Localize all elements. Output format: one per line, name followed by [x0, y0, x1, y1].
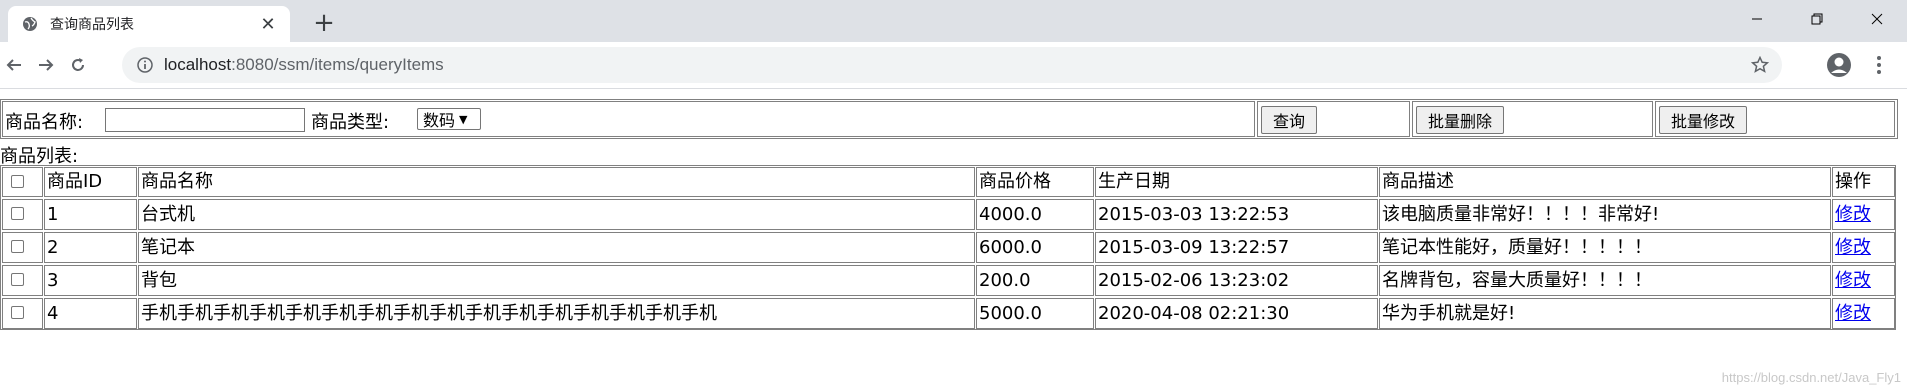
- row-checkbox[interactable]: [11, 273, 24, 286]
- header-name: 商品名称: [138, 167, 975, 197]
- address-bar[interactable]: localhost:8080/ssm/items/queryItems: [122, 47, 1782, 83]
- window-controls: [1727, 0, 1907, 38]
- cell-desc: 笔记本性能好，质量好！！！！！: [1379, 232, 1831, 263]
- cell-id: 3: [44, 265, 137, 296]
- tab-title: 查询商品列表: [50, 17, 134, 33]
- edit-link[interactable]: 修改: [1835, 237, 1871, 258]
- row-checkbox-cell: [2, 199, 43, 230]
- browser-toolbar: localhost:8080/ssm/items/queryItems: [0, 42, 1907, 89]
- edit-link[interactable]: 修改: [1835, 303, 1871, 324]
- restore-icon[interactable]: [1787, 0, 1847, 38]
- url-host: localhost: [164, 55, 232, 74]
- batch-edit-cell: 批量修改: [1655, 101, 1895, 137]
- type-select[interactable]: 数码 ▼: [417, 108, 481, 130]
- chevron-down-icon: ▼: [459, 112, 468, 126]
- type-select-value: 数码: [423, 111, 456, 130]
- cell-price: 200.0: [976, 265, 1094, 296]
- batch-delete-button[interactable]: 批量删除: [1416, 106, 1504, 134]
- row-checkbox-cell: [2, 232, 43, 263]
- row-checkbox[interactable]: [11, 240, 24, 253]
- query-form: 商品名称: 商品类型: 数码 ▼ 查询 批量删除 批量修改: [0, 99, 1898, 139]
- cell-name: 手机手机手机手机手机手机手机手机手机手机手机手机手机手机手机手机: [138, 298, 975, 329]
- batch-delete-cell: 批量删除: [1412, 101, 1653, 137]
- cell-date: 2015-03-09 13:22:57: [1095, 232, 1378, 263]
- cell-id: 2: [44, 232, 137, 263]
- cell-action: 修改: [1832, 298, 1895, 329]
- new-tab-icon[interactable]: +: [310, 8, 338, 38]
- cell-action: 修改: [1832, 232, 1895, 263]
- globe-icon: [22, 16, 38, 32]
- header-desc: 商品描述: [1379, 167, 1831, 197]
- cell-price: 6000.0: [976, 232, 1094, 263]
- cell-desc: 华为手机就是好!: [1379, 298, 1831, 329]
- batch-edit-button[interactable]: 批量修改: [1659, 106, 1747, 134]
- cell-name: 背包: [138, 265, 975, 296]
- row-checkbox[interactable]: [11, 207, 24, 220]
- cell-desc: 该电脑质量非常好！！！！非常好!: [1379, 199, 1831, 230]
- cell-date: 2015-02-06 13:23:02: [1095, 265, 1378, 296]
- search-button[interactable]: 查询: [1261, 106, 1317, 134]
- close-window-icon[interactable]: [1847, 0, 1907, 38]
- select-all-cell: [2, 167, 43, 197]
- cell-id: 4: [44, 298, 137, 329]
- reload-icon[interactable]: [64, 51, 92, 79]
- name-input[interactable]: [105, 108, 305, 132]
- row-checkbox[interactable]: [11, 306, 24, 319]
- cell-id: 1: [44, 199, 137, 230]
- header-date: 生产日期: [1095, 167, 1378, 197]
- header-action: 操作: [1832, 167, 1895, 197]
- search-cell: 查询: [1257, 101, 1410, 137]
- header-id: 商品ID: [44, 167, 137, 197]
- cell-action: 修改: [1832, 265, 1895, 296]
- cell-action: 修改: [1832, 199, 1895, 230]
- cell-date: 2020-04-08 02:21:30: [1095, 298, 1378, 329]
- close-tab-icon[interactable]: ✕: [256, 12, 280, 36]
- items-table: 商品ID 商品名称 商品价格 生产日期 商品描述 操作 1 台式机 4000.0…: [0, 165, 1896, 330]
- row-checkbox-cell: [2, 265, 43, 296]
- query-conditions-cell: 商品名称: 商品类型: 数码 ▼: [2, 101, 1255, 137]
- url-path: :8080/ssm/items/queryItems: [231, 55, 444, 74]
- select-all-checkbox[interactable]: [11, 175, 24, 188]
- menu-dots-icon[interactable]: [1866, 52, 1892, 78]
- cell-desc: 名牌背包，容量大质量好！！！！: [1379, 265, 1831, 296]
- cell-price: 5000.0: [976, 298, 1094, 329]
- header-price: 商品价格: [976, 167, 1094, 197]
- watermark: https://blog.csdn.net/Java_Fly1: [1721, 370, 1901, 385]
- row-checkbox-cell: [2, 298, 43, 329]
- back-arrow-icon[interactable]: [0, 51, 28, 79]
- edit-link[interactable]: 修改: [1835, 270, 1871, 291]
- cell-name: 笔记本: [138, 232, 975, 263]
- cell-price: 4000.0: [976, 199, 1094, 230]
- cell-date: 2015-03-03 13:22:53: [1095, 199, 1378, 230]
- bookmark-star-icon[interactable]: [1750, 55, 1770, 75]
- minimize-icon[interactable]: [1727, 0, 1787, 38]
- profile-avatar-icon[interactable]: [1826, 52, 1852, 78]
- info-icon[interactable]: [136, 56, 154, 74]
- type-label: 商品类型:: [311, 112, 390, 133]
- name-label: 商品名称:: [5, 112, 84, 133]
- cell-name: 台式机: [138, 199, 975, 230]
- forward-arrow-icon[interactable]: [32, 51, 60, 79]
- url-text: localhost:8080/ssm/items/queryItems: [164, 55, 444, 75]
- browser-tab[interactable]: 查询商品列表 ✕: [8, 6, 290, 42]
- tab-strip: 查询商品列表 ✕ +: [0, 0, 1907, 42]
- edit-link[interactable]: 修改: [1835, 204, 1871, 225]
